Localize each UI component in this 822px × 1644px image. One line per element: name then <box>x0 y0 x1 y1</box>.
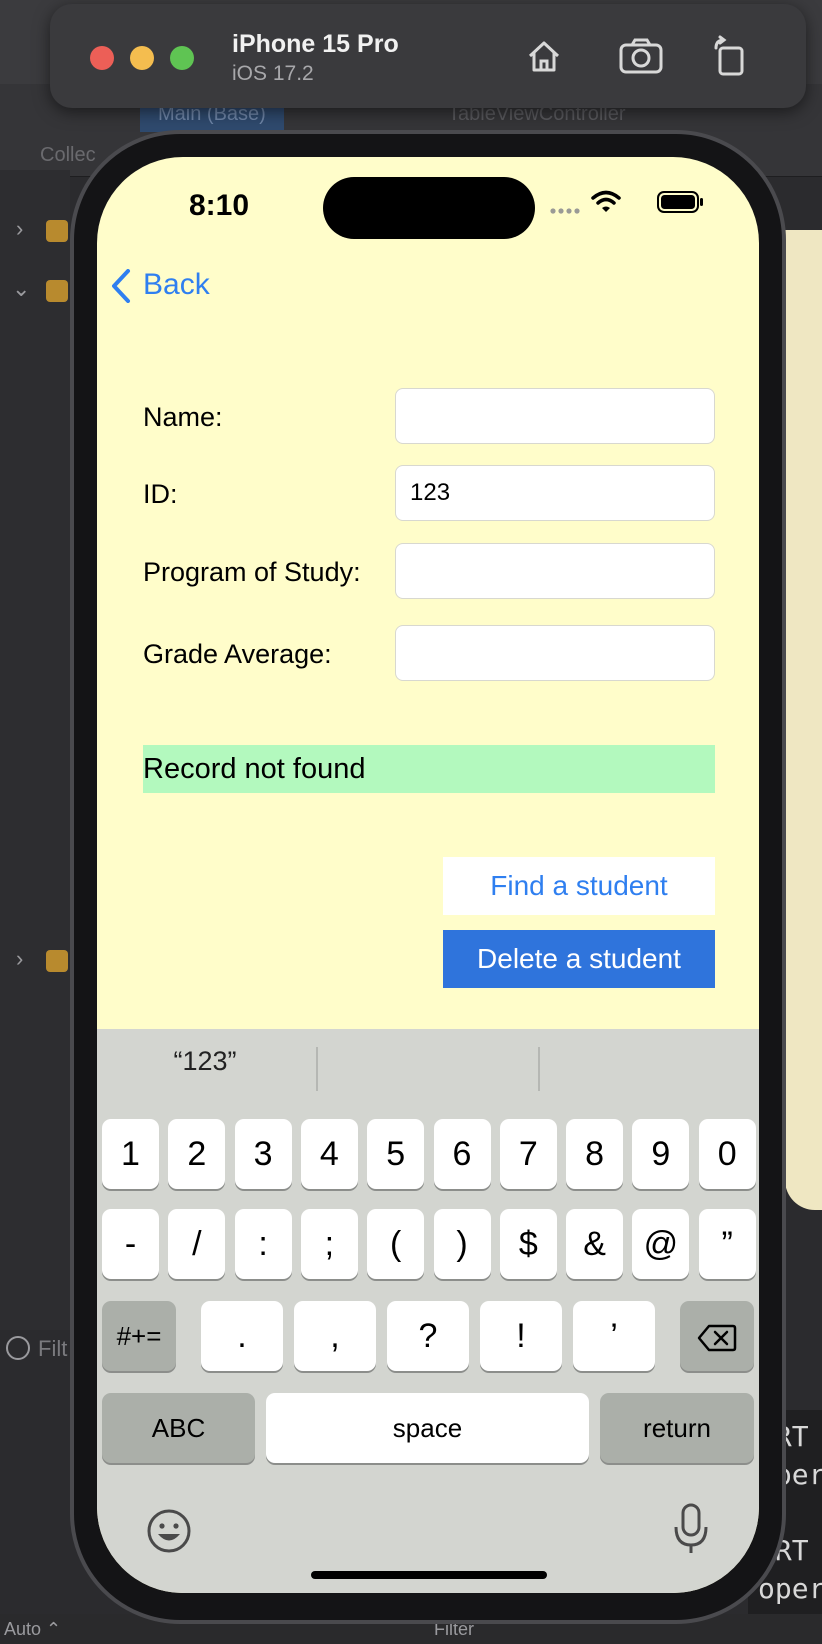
key[interactable]: ? <box>387 1301 469 1371</box>
key[interactable]: , <box>294 1301 376 1371</box>
key[interactable]: @ <box>632 1209 690 1279</box>
chevron-left-icon <box>112 269 130 304</box>
key[interactable]: 3 <box>234 1119 292 1189</box>
battery-icon <box>657 191 705 218</box>
key[interactable]: ; <box>300 1209 358 1279</box>
device-name: iPhone 15 Pro <box>232 30 399 58</box>
delete-student-button[interactable]: Delete a student <box>443 930 715 988</box>
status-message: Record not found <box>143 745 715 793</box>
key[interactable]: $ <box>499 1209 557 1279</box>
iphone-screen: 8:10 Back Name: ID: Program of Study: Gr… <box>97 157 759 1593</box>
key[interactable]: 1 <box>102 1119 159 1189</box>
cellular-signal-icon <box>549 203 583 221</box>
dynamic-island <box>323 177 535 239</box>
key[interactable]: 2 <box>168 1119 226 1189</box>
chevron-right-icon[interactable]: › <box>16 946 23 972</box>
backspace-icon <box>697 1324 737 1352</box>
filter-icon <box>6 1336 30 1360</box>
name-field[interactable] <box>395 388 715 444</box>
home-indicator <box>311 1571 547 1579</box>
chevron-down-icon[interactable]: ⌄ <box>12 276 30 302</box>
key[interactable]: & <box>566 1209 624 1279</box>
grade-label: Grade Average: <box>143 639 332 669</box>
space-key[interactable]: space <box>266 1393 589 1463</box>
back-label: Back <box>143 268 210 301</box>
simulator-titlebar: iPhone 15 Pro iOS 17.2 <box>50 4 806 108</box>
storyboard-icon <box>46 220 68 242</box>
back-button[interactable]: Back <box>111 265 210 305</box>
emoji-icon[interactable] <box>145 1507 193 1560</box>
wifi-icon <box>591 189 621 218</box>
rotate-icon[interactable] <box>708 34 752 78</box>
program-field[interactable] <box>395 543 715 599</box>
os-version: iOS 17.2 <box>232 62 314 85</box>
xcode-canvas-preview <box>785 230 822 1210</box>
delete-key[interactable] <box>680 1301 754 1371</box>
return-key[interactable]: return <box>600 1393 754 1463</box>
find-student-button[interactable]: Find a student <box>443 857 715 915</box>
grade-field[interactable] <box>395 625 715 681</box>
name-label: Name: <box>143 402 223 432</box>
filter-left-label[interactable]: Filt <box>38 1336 67 1362</box>
minimize-window-button[interactable] <box>130 46 154 70</box>
xcode-filter-bar: Filt <box>0 1330 70 1370</box>
microphone-icon[interactable] <box>671 1501 711 1562</box>
chevron-right-icon[interactable]: › <box>16 216 23 242</box>
screenshot-camera-icon[interactable] <box>618 34 663 78</box>
key[interactable]: - <box>102 1209 159 1279</box>
id-field[interactable] <box>395 465 715 521</box>
key[interactable]: ’ <box>573 1301 655 1371</box>
home-button-icon[interactable] <box>522 34 566 78</box>
suggestion-divider <box>316 1047 318 1091</box>
zoom-window-button[interactable] <box>170 46 194 70</box>
keyboard: “123” 1234567890 - /:;() $ & @” #+= .,?!’ AB… <box>97 1029 759 1593</box>
key[interactable]: ! <box>480 1301 562 1371</box>
key[interactable]: 6 <box>433 1119 491 1189</box>
key[interactable]: ” <box>698 1209 756 1279</box>
id-label: ID: <box>143 479 178 509</box>
key[interactable]: 0 <box>698 1119 756 1189</box>
status-time: 8:10 <box>189 189 250 222</box>
storyboard-icon <box>46 950 68 972</box>
xcode-navigator <box>0 170 70 1330</box>
auto-label[interactable]: Auto ⌃ <box>4 1614 61 1644</box>
key[interactable]: 7 <box>499 1119 557 1189</box>
program-label: Program of Study: <box>143 557 361 587</box>
key[interactable]: 5 <box>367 1119 425 1189</box>
key[interactable]: . <box>201 1301 283 1371</box>
close-window-button[interactable] <box>90 46 114 70</box>
keyboard-suggestion[interactable]: “123” <box>97 1041 313 1081</box>
suggestion-divider <box>538 1047 540 1091</box>
key[interactable]: 8 <box>566 1119 624 1189</box>
storyboard-icon <box>46 280 68 302</box>
console-line: oper <box>758 1572 822 1605</box>
key[interactable]: ( <box>367 1209 425 1279</box>
abc-key[interactable]: ABC <box>102 1393 255 1463</box>
key[interactable]: 9 <box>632 1119 690 1189</box>
key[interactable]: 4 <box>300 1119 358 1189</box>
key[interactable]: / <box>168 1209 226 1279</box>
shift-symbols-key[interactable]: #+= <box>102 1301 176 1371</box>
xcode-jumpbar-label[interactable]: Collec <box>40 144 96 167</box>
key[interactable]: : <box>234 1209 292 1279</box>
key[interactable]: ) <box>433 1209 491 1279</box>
